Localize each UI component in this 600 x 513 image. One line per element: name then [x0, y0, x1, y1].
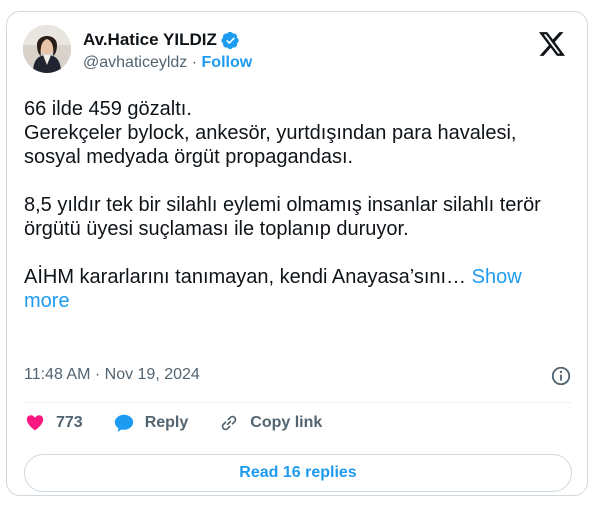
handle-separator: · — [191, 54, 198, 71]
author-handle[interactable]: @avhaticeyldz — [83, 54, 187, 71]
copy-link-button[interactable]: Copy link — [218, 412, 322, 434]
action-bar: 773 Reply Copy link — [24, 412, 352, 434]
tweet-line: Gerekçeler bylock, ankesör, yurtdışından… — [24, 122, 517, 168]
tweet-line: 8,5 yıldır tek bir silahlı eylemi olmamı… — [24, 194, 541, 240]
tweet-line: 66 ilde 459 gözaltı. — [24, 98, 192, 120]
author-name[interactable]: Av.Hatice YILDIZ — [83, 30, 217, 50]
link-icon — [222, 415, 237, 431]
read-replies-button[interactable]: Read 16 replies — [24, 454, 572, 492]
avatar[interactable] — [23, 25, 71, 73]
info-icon[interactable] — [550, 365, 572, 387]
reply-button[interactable]: Reply — [113, 412, 189, 434]
tweet-line: AİHM kararlarını tanımayan, kendi Anayas… — [24, 266, 467, 288]
x-logo-icon[interactable] — [539, 32, 565, 56]
divider — [24, 402, 572, 403]
copy-link-label: Copy link — [250, 414, 323, 431]
reply-icon — [114, 414, 133, 432]
like-count: 773 — [56, 414, 83, 431]
like-button[interactable]: 773 — [24, 412, 83, 434]
author-handle-row: @avhaticeyldz · Follow — [83, 54, 252, 72]
avatar-image — [23, 25, 71, 73]
tweet-line-truncated: AİHM kararlarını tanımayan, kendi Anayas… — [24, 265, 572, 313]
verified-badge-icon — [221, 31, 239, 49]
follow-button[interactable]: Follow — [202, 54, 253, 71]
tweet-card: Av.Hatice YILDIZ @avhaticeyldz · Follow … — [6, 11, 588, 496]
tweet-timestamp[interactable]: 11:48 AM · Nov 19, 2024 — [24, 366, 200, 384]
tweet-text: 66 ilde 459 gözaltı. Gerekçeler bylock, … — [24, 97, 572, 313]
heart-icon — [26, 415, 44, 431]
reply-label: Reply — [144, 414, 189, 431]
author-name-row: Av.Hatice YILDIZ — [83, 30, 240, 50]
read-replies-label: Read 16 replies — [239, 464, 357, 481]
